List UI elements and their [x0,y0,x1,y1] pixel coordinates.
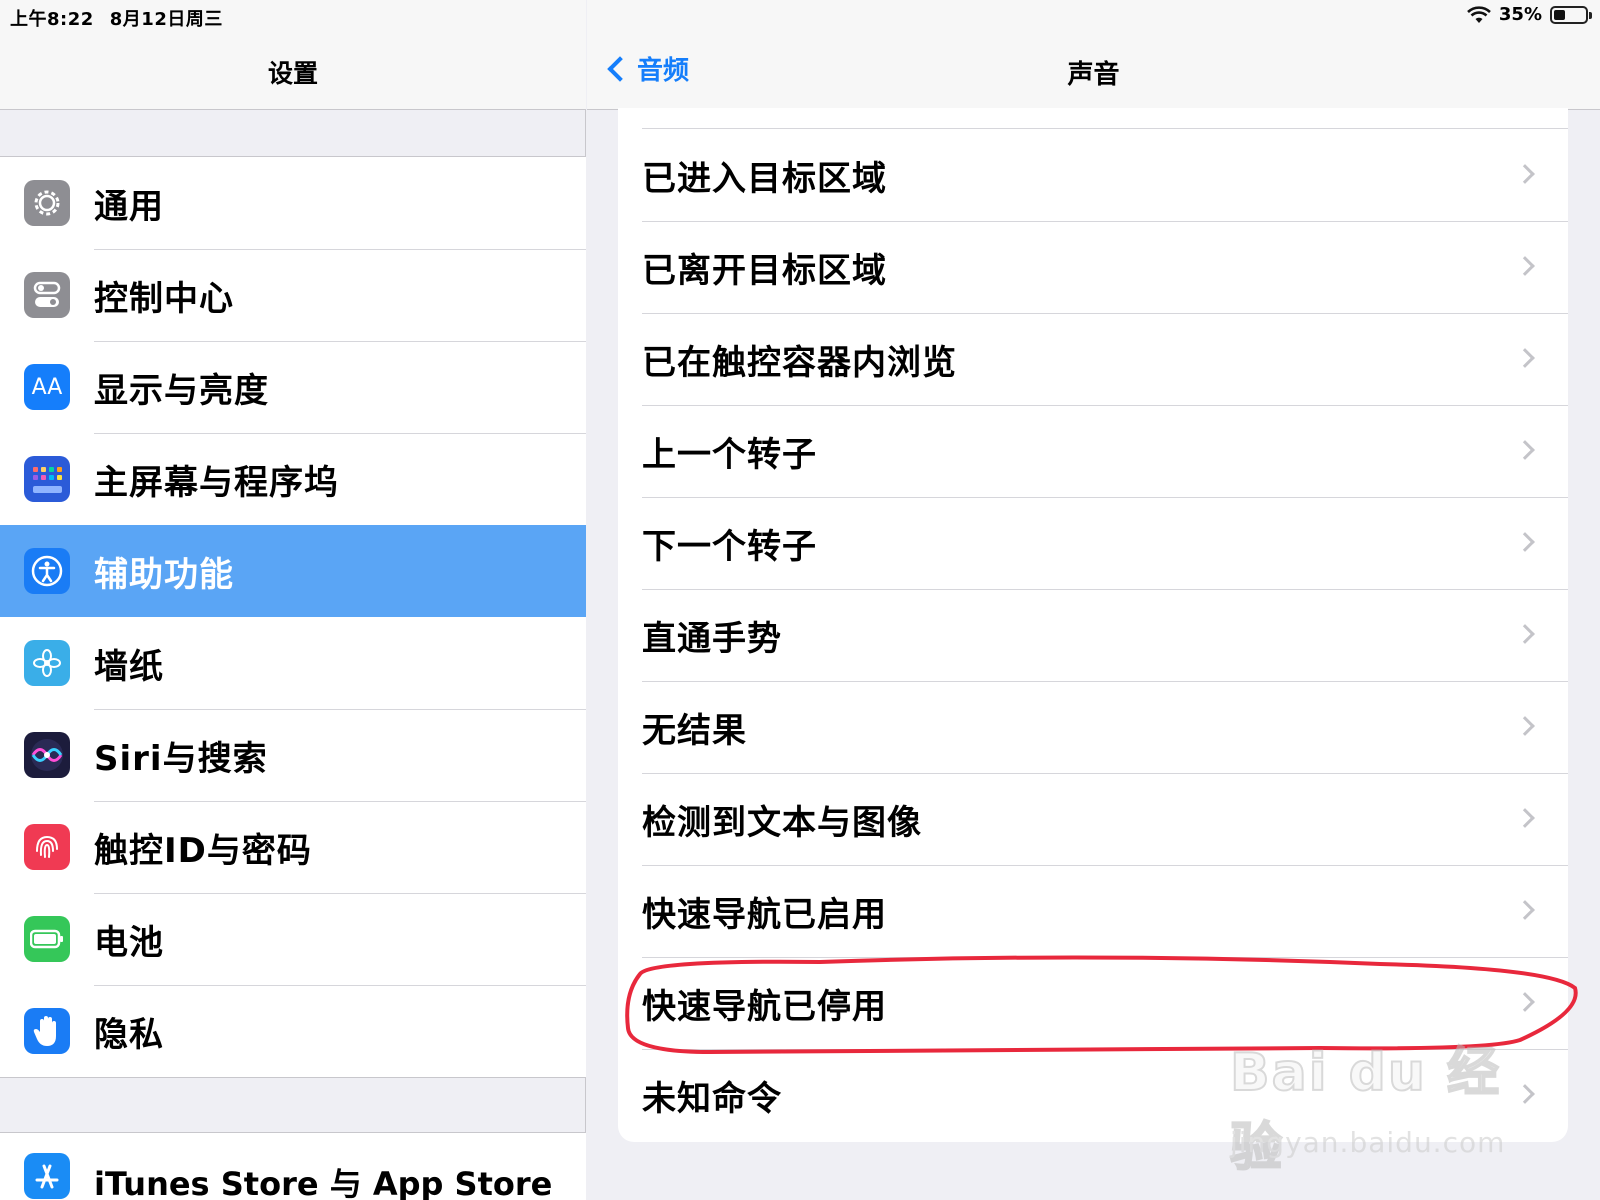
siri-icon [24,732,70,778]
sidebar-item-label: 通用 [94,186,164,227]
list-item-label: 直通手势 [642,618,782,659]
settings-group-main: 通用 控制中心 AA 显示与亮度 主屏幕与程序坞 辅助功能 墙纸 Siri与搜索… [0,156,586,1078]
list-item-label: 下一个转子 [642,526,817,567]
sidebar-item-siri-search[interactable]: Siri与搜索 [0,709,586,801]
detail-title: 声音 [1067,60,1120,90]
list-item-label: 无结果 [642,710,747,751]
list-item-label: 快速导航已启用 [642,894,887,935]
list-item-entered-target-area[interactable]: 已进入目标区域 [618,129,1568,221]
chevron-right-icon [1515,900,1535,920]
list-item-quick-nav-enabled[interactable]: 快速导航已启用 [618,865,1568,957]
list-item-label: 已离开目标区域 [642,250,887,291]
sidebar-item-display-brightness[interactable]: AA 显示与亮度 [0,341,586,433]
chevron-right-icon [1515,808,1535,828]
battery-indicator-icon [1550,5,1592,24]
sidebar-item-home-screen-dock[interactable]: 主屏幕与程序坞 [0,433,586,525]
chevron-right-icon [1515,348,1535,368]
chevron-right-icon [1515,164,1535,184]
accessibility-icon [24,548,70,594]
sidebar-item-label: 辅助功能 [94,554,234,595]
list-item-label: 上一个转子 [642,434,817,475]
list-item-label: 已进入目标区域 [642,158,887,199]
sidebar-item-label: 显示与亮度 [94,370,269,411]
sidebar-item-label: iTunes Store 与 App Store [94,1165,553,1200]
list-item-next-rotor[interactable]: 下一个转子 [618,497,1568,589]
sidebar-item-label: Siri与搜索 [94,738,268,779]
list-item-no-results[interactable]: 无结果 [618,681,1568,773]
gear-icon [24,180,70,226]
list-item-browsing-touch-container[interactable]: 已在触控容器内浏览 [618,313,1568,405]
wifi-icon [1467,5,1491,23]
status-date: 8月12日周三 [109,9,223,30]
baidu-watermark: Bai du 经验 jingyan.baidu.com [1229,1030,1530,1179]
watermark-url: jingyan.baidu.com [1230,1126,1506,1159]
list-item-left-target-area[interactable]: 已离开目标区域 [618,221,1568,313]
chevron-right-icon [1515,256,1535,276]
status-bar: 上午8:22 8月12日周三 35% [0,0,1600,30]
sidebar-item-label: 隐私 [94,1014,164,1055]
list-item-passthrough-gesture[interactable]: 直通手势 [618,589,1568,681]
chevron-right-icon [1515,440,1535,460]
sidebar-item-accessibility[interactable]: 辅助功能 [0,525,586,617]
sidebar-item-control-center[interactable]: 控制中心 [0,249,586,341]
flower-icon [24,640,70,686]
status-left: 上午8:22 8月12日周三 [10,5,223,31]
sidebar-item-label: 主屏幕与程序坞 [94,462,339,503]
app-store-icon [24,1153,70,1199]
sidebar-item-label: 墙纸 [94,646,164,687]
sidebar-item-itunes-app-store[interactable]: iTunes Store 与 App Store [0,1133,586,1200]
battery-fill [1554,9,1565,20]
list-item-label: 检测到文本与图像 [642,802,922,843]
sidebar-item-wallpaper[interactable]: 墙纸 [0,617,586,709]
chevron-right-icon [1515,624,1535,644]
sidebar-item-label: 电池 [94,922,164,963]
sidebar-item-privacy[interactable]: 隐私 [0,985,586,1077]
status-time: 上午8:22 [10,9,94,30]
status-right: 35% [1467,4,1592,25]
chevron-right-icon [1515,532,1535,552]
hand-icon [24,1008,70,1054]
list-item-text-image-detected[interactable]: 检测到文本与图像 [618,773,1568,865]
settings-group-stores: iTunes Store 与 App Store [0,1132,586,1200]
list-item-label: 未知命令 [642,1078,782,1119]
list-item-previous-rotor[interactable]: 上一个转子 [618,405,1568,497]
settings-sidebar: 设置 通用 控制中心 AA 显示与亮度 主屏幕与程序坞 辅助功能 墙纸 Siri… [0,0,586,1200]
sidebar-title: 设置 [267,59,318,88]
chevron-right-icon [1515,716,1535,736]
toggles-icon [24,272,70,318]
sidebar-item-touch-id-passcode[interactable]: 触控ID与密码 [0,801,586,893]
sidebar-item-general[interactable]: 通用 [0,157,586,249]
sidebar-item-battery[interactable]: 电池 [0,893,586,985]
fingerprint-icon [24,824,70,870]
sidebar-item-label: 控制中心 [94,278,234,319]
display-aa-icon: AA [24,364,70,410]
battery-icon [24,916,70,962]
battery-percentage: 35% [1498,4,1542,25]
sidebar-item-label: 触控ID与密码 [94,830,312,871]
list-item-label: 已在触控容器内浏览 [642,342,957,383]
home-grid-icon [24,456,70,502]
